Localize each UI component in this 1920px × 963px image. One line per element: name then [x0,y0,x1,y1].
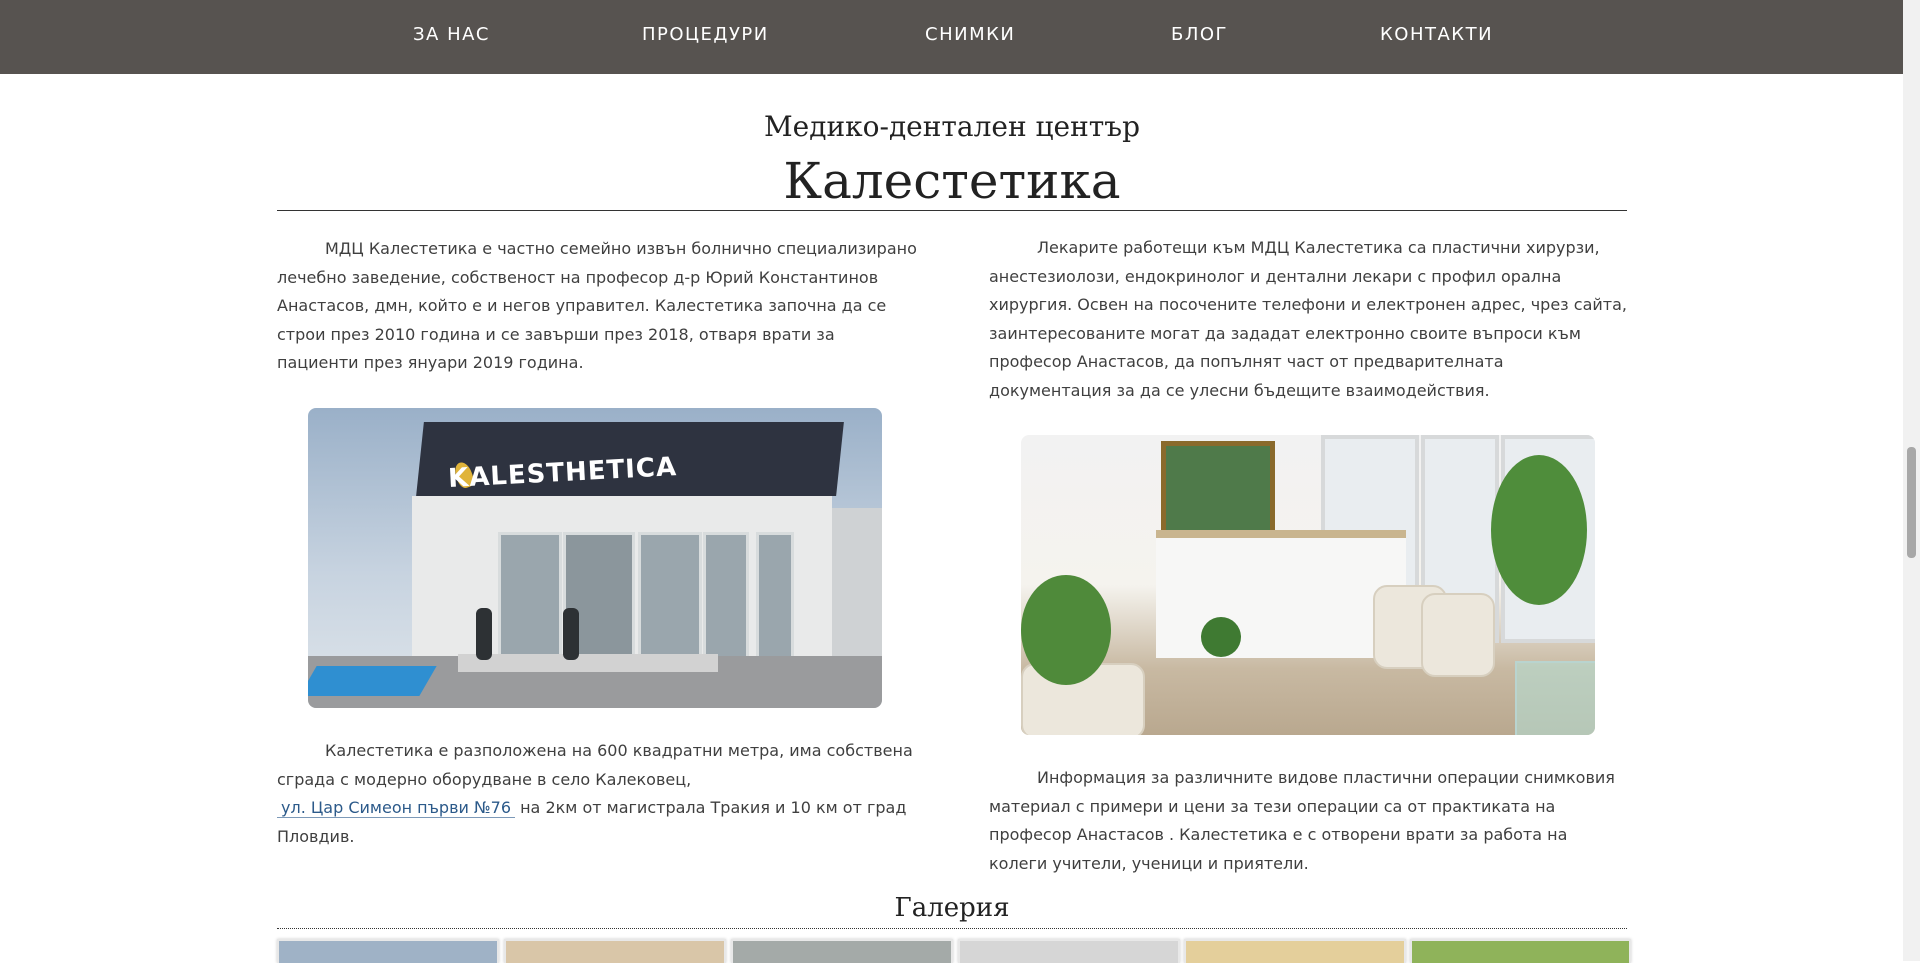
gallery-thumbnail[interactable] [504,939,726,963]
armchair [1421,593,1495,677]
building-window [703,532,749,664]
intro-paragraph: МДЦ Калестетика е частно семейно извън б… [277,239,917,373]
gallery-divider [277,928,1627,929]
location-paragraph: Калестетика е разположена на 600 квадрат… [277,737,917,851]
reception-desk [1156,530,1406,658]
gallery-thumbnail[interactable] [1410,939,1631,963]
doctors-paragraph: Лекарите работещи към МДЦ Калестетика са… [989,238,1627,400]
info-paragraph: Информация за различните видове пластичн… [989,768,1615,873]
nav-item-photos[interactable]: СНИМКИ [925,24,1015,45]
nav-item-contacts[interactable]: КОНТАКТИ [1380,24,1493,45]
gallery-thumbnail[interactable] [958,939,1180,963]
nav-item-blog[interactable]: БЛОГ [1171,24,1228,45]
building-window [498,532,562,664]
nav-item-procedures[interactable]: ПРОЦЕДУРИ [642,24,769,45]
plant [1021,575,1111,685]
plant-pot [476,608,492,660]
title-divider [277,210,1627,211]
gallery-thumbnail[interactable] [1184,939,1406,963]
building-photo: KALESTHETICA [308,408,882,708]
glass-table [1515,661,1595,735]
top-navigation-bar: ЗА НАС ПРОЦЕДУРИ СНИМКИ БЛОГ КОНТАКТИ [0,0,1903,74]
scrollbar-thumb[interactable] [1907,447,1916,558]
gallery-title: Галерия [894,893,1010,923]
plant [1491,455,1587,605]
lobby-photo [1021,435,1595,735]
building-side-wall [832,508,882,658]
page-title: Калестетика [783,152,1121,210]
nav-item-about[interactable]: ЗА НАС [413,24,490,45]
building-window [756,532,794,664]
plant [1201,617,1241,657]
building-window [638,532,702,664]
building-steps [458,654,718,672]
address-link[interactable]: ул. Цар Симеон първи №76 [277,798,515,819]
vertical-scrollbar[interactable] [1903,0,1920,961]
gallery-thumbnail[interactable] [731,939,953,963]
lobby-painting [1161,441,1275,539]
parking-marking [308,666,437,696]
location-text: Калестетика е разположена на 600 квадрат… [277,741,913,789]
gallery-thumbnail[interactable] [277,939,499,963]
page-subtitle: Медико-дентален център [763,110,1140,143]
plant-pot [563,608,579,660]
